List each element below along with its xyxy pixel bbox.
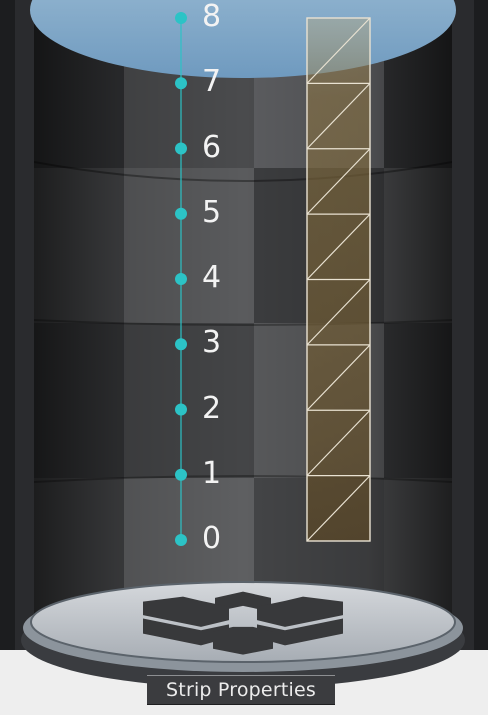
axis-dot-8 bbox=[175, 12, 187, 24]
axis-dot-5 bbox=[175, 207, 187, 220]
axis-label-5: 5 bbox=[202, 194, 222, 230]
axis-dot-4 bbox=[175, 273, 187, 285]
axis-dot-2 bbox=[175, 403, 187, 416]
axis-dot-3 bbox=[175, 338, 187, 351]
axis-dot-6 bbox=[175, 142, 187, 155]
strip-object[interactable] bbox=[306, 17, 371, 542]
axis-label-1: 1 bbox=[202, 455, 222, 491]
axis-label-6: 6 bbox=[202, 129, 222, 165]
strip-properties-tooltip[interactable]: Strip Properties bbox=[147, 675, 335, 705]
axis-label-7: 7 bbox=[202, 64, 222, 100]
axis-label-4: 4 bbox=[202, 260, 222, 295]
axis-label-0: 0 bbox=[202, 521, 222, 556]
viewport-scene[interactable] bbox=[0, 0, 488, 715]
axis-label-2: 2 bbox=[202, 390, 222, 426]
right-wall bbox=[452, 0, 474, 650]
left-wall bbox=[15, 0, 37, 650]
axis-dot-0 bbox=[175, 534, 187, 546]
axis-label-8: 8 bbox=[202, 0, 222, 34]
axis-dot-1 bbox=[175, 468, 187, 481]
tooltip-label: Strip Properties bbox=[166, 679, 316, 701]
cylinder-wall bbox=[34, 0, 452, 640]
axis-dot-7 bbox=[175, 77, 187, 90]
axis-label-3: 3 bbox=[202, 325, 222, 361]
